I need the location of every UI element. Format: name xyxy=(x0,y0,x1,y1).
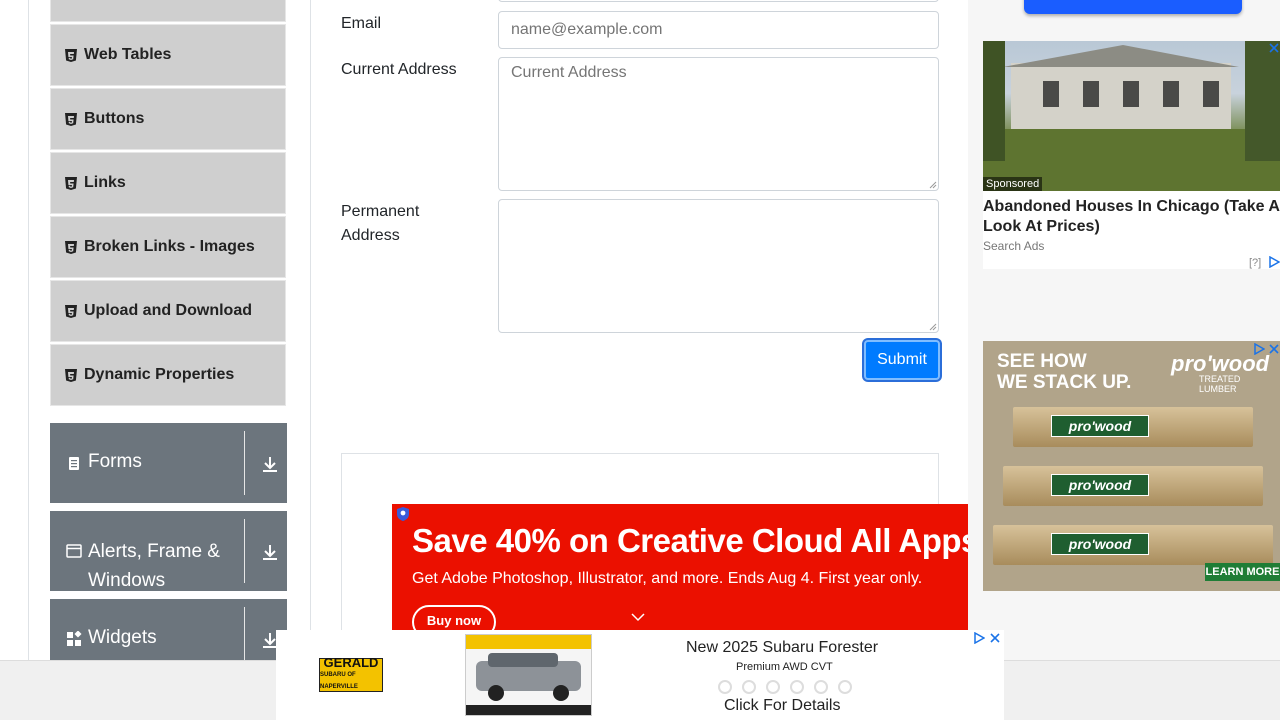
chevron-down-icon[interactable] xyxy=(630,612,646,622)
adobe-ad[interactable]: Save 40% on Creative Cloud All Apps Get … xyxy=(392,504,969,634)
current-address-field[interactable] xyxy=(498,57,939,191)
html5-icon xyxy=(65,48,77,62)
previous-field[interactable] xyxy=(498,0,939,2)
resize-handle-icon[interactable] xyxy=(929,323,937,331)
subaru-ad[interactable]: GERALD SUBARU OF NAPERVILLE New 2025 Sub… xyxy=(276,630,1004,720)
permanent-label-line1: Permanent xyxy=(341,203,420,220)
menu-item-label: Upload and Download xyxy=(84,302,252,319)
menu-item-label: Links xyxy=(84,174,126,191)
menu-item-label: Web Tables xyxy=(84,46,172,63)
group-widgets[interactable]: Widgets xyxy=(50,599,287,660)
house-ad[interactable]: Sponsored Abandoned Houses In Chicago (T… xyxy=(983,41,1280,269)
html5-icon xyxy=(65,240,77,254)
ad-headline: SEE HOW WE STACK UP. xyxy=(997,351,1131,393)
menu-item-previous[interactable] xyxy=(50,0,286,22)
logo-subtext: SUBARU OF NAPERVILLE xyxy=(320,672,358,690)
ad-source: Search Ads xyxy=(983,239,1045,253)
close-icon[interactable] xyxy=(1268,42,1280,54)
menu-item-label: Buttons xyxy=(84,110,145,127)
html5-icon xyxy=(65,176,77,190)
html5-icon xyxy=(65,112,77,126)
carousel-dot[interactable] xyxy=(718,680,732,694)
group-label-line1: Alerts, Frame & xyxy=(88,541,220,562)
carousel-dot[interactable] xyxy=(742,680,756,694)
permanent-address-label: Permanent Address xyxy=(341,200,419,248)
group-forms[interactable]: Forms xyxy=(50,423,287,503)
group-label: Alerts, Frame & Windows xyxy=(88,537,220,595)
menu-item-buttons[interactable]: Buttons xyxy=(50,88,286,150)
group-alerts-frame-windows[interactable]: Alerts, Frame & Windows xyxy=(50,511,287,591)
carousel-dot[interactable] xyxy=(838,680,852,694)
permanent-address-field[interactable] xyxy=(498,199,939,333)
headline-line1: SEE HOW xyxy=(997,351,1087,372)
divider xyxy=(244,431,245,495)
download-icon[interactable] xyxy=(261,455,279,473)
ad-headline: Save 40% on Creative Cloud All Apps xyxy=(412,522,969,559)
ad-button-top[interactable] xyxy=(1024,0,1242,14)
menu-item-dynamic-properties[interactable]: Dynamic Properties xyxy=(50,344,286,406)
group-label: Forms xyxy=(88,451,142,472)
carousel-dot[interactable] xyxy=(790,680,804,694)
ad-title: New 2025 Subaru Forester xyxy=(686,639,879,656)
sponsored-label: Sponsored xyxy=(983,177,1043,191)
adchoices-icon[interactable] xyxy=(973,632,985,644)
divider xyxy=(244,607,245,660)
adchoices-icon[interactable] xyxy=(1268,256,1280,268)
widgets-icon xyxy=(67,631,82,646)
click-for-details-link[interactable]: Click For Details xyxy=(724,697,840,715)
menu-item-links[interactable]: Links xyxy=(50,152,286,214)
headline-line2: WE STACK UP. xyxy=(997,372,1132,393)
email-label: Email xyxy=(341,15,382,32)
menu-item-label: Dynamic Properties xyxy=(84,366,235,383)
board-stamp: pro'wood xyxy=(1051,474,1149,496)
learn-more-button[interactable]: LEARN MORE xyxy=(1205,563,1280,581)
carousel-dot[interactable] xyxy=(814,680,828,694)
group-label-line2: Windows xyxy=(88,570,166,591)
current-address-label: Current Address xyxy=(341,61,457,78)
ad-subline: Get Adobe Photoshop, Illustrator, and mo… xyxy=(412,570,923,587)
dealer-logo: GERALD SUBARU OF NAPERVILLE xyxy=(319,655,383,692)
html5-icon xyxy=(65,304,77,318)
menu-item-broken-links[interactable]: Broken Links - Images xyxy=(50,216,286,278)
brand-tagline: TREATED LUMBER xyxy=(1199,374,1241,394)
ad-help-link[interactable]: [?] xyxy=(1249,257,1261,269)
close-icon[interactable] xyxy=(989,632,1001,644)
permanent-label-line2: Address xyxy=(341,227,400,244)
group-label: Widgets xyxy=(88,627,157,648)
logo-text: GERALD xyxy=(323,655,379,670)
ad-title[interactable]: Abandoned Houses In Chicago (Take A Look… xyxy=(983,197,1280,237)
html5-icon xyxy=(65,368,77,382)
ad-subtitle: Premium AWD CVT xyxy=(736,661,833,673)
clipboard-icon xyxy=(69,457,79,470)
window-icon xyxy=(66,544,82,558)
house-photo xyxy=(983,41,1280,191)
menu-item-upload-download[interactable]: Upload and Download xyxy=(50,280,286,342)
board-stamp: pro'wood xyxy=(1051,415,1149,437)
submit-button[interactable]: Submit xyxy=(864,340,940,380)
lumber-ad[interactable]: SEE HOW WE STACK UP. pro'wood TREATED LUM… xyxy=(983,341,1280,591)
car-image xyxy=(465,634,592,716)
close-icon[interactable] xyxy=(1268,343,1280,355)
resize-handle-icon[interactable] xyxy=(929,181,937,189)
download-icon[interactable] xyxy=(261,543,279,561)
email-field[interactable] xyxy=(498,11,939,49)
menu-item-web-tables[interactable]: Web Tables xyxy=(50,24,286,86)
carousel-dots[interactable] xyxy=(718,680,852,694)
carousel-dot[interactable] xyxy=(766,680,780,694)
menu-item-label: Broken Links - Images xyxy=(84,238,255,255)
adchoices-icon[interactable] xyxy=(1253,343,1265,355)
adchoices-shield-icon[interactable] xyxy=(397,507,409,521)
board-stamp: pro'wood xyxy=(1051,533,1149,555)
divider xyxy=(244,519,245,583)
